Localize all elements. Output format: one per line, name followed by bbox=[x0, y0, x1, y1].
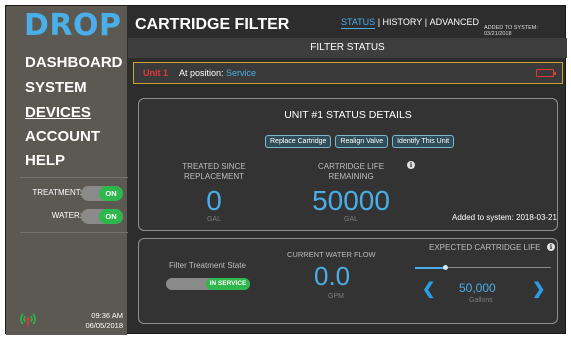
added-to-system-header: ADDED TO SYSTEM: 03/21/2018 bbox=[484, 25, 538, 37]
treated-label: TREATED SINCE REPLACEMENT bbox=[169, 162, 259, 182]
added-to-system-text: Added to system: 2018-03-21 bbox=[452, 213, 557, 222]
treated-value: 0 bbox=[206, 185, 222, 216]
water-toggle-row: WATER: ON bbox=[6, 209, 127, 225]
unit-status-bar[interactable]: Unit 1 At position: Service bbox=[133, 62, 563, 84]
treatment-state-toggle[interactable]: IN SERVICE bbox=[166, 278, 250, 290]
treatment-state-value: IN SERVICE bbox=[206, 278, 250, 290]
tab-separator: | bbox=[377, 17, 381, 27]
nav-dashboard[interactable]: DASHBOARD bbox=[25, 54, 123, 71]
tab-history[interactable]: HISTORY bbox=[383, 17, 423, 27]
identify-unit-button[interactable]: Identify This Unit bbox=[392, 135, 455, 148]
expected-life-slider[interactable] bbox=[415, 265, 551, 270]
status-details-panel: UNIT #1 STATUS DETAILS Replace Cartridge… bbox=[138, 98, 558, 231]
signal-icon bbox=[20, 313, 36, 327]
water-toggle-state: ON bbox=[99, 209, 123, 224]
expected-life-label: EXPECTED CARTRIDGE LIFE bbox=[429, 243, 541, 252]
battery-empty-icon bbox=[536, 69, 556, 77]
info-icon[interactable]: i bbox=[547, 243, 555, 251]
flow-unit: GPM bbox=[328, 293, 344, 300]
nav-devices[interactable]: DEVICES bbox=[25, 104, 91, 121]
cartridge-life-value: 50000 bbox=[312, 185, 390, 216]
water-toggle[interactable]: ON bbox=[81, 209, 123, 224]
sidebar-divider-2 bbox=[20, 232, 128, 233]
sidebar: DROP DASHBOARD SYSTEM DEVICES ACCOUNT HE… bbox=[6, 6, 128, 335]
tab-bar: STATUS | HISTORY | ADVANCED bbox=[341, 17, 479, 29]
expected-life-value: 50,000 bbox=[459, 281, 496, 295]
slider-thumb[interactable] bbox=[443, 265, 448, 270]
sidebar-divider bbox=[20, 177, 128, 178]
cartridge-life-label-line-1: CARTRIDGE LIFE bbox=[317, 162, 385, 171]
water-label: WATER: bbox=[51, 211, 82, 220]
status-details-title: UNIT #1 STATUS DETAILS bbox=[284, 109, 412, 121]
tab-advanced[interactable]: ADVANCED bbox=[430, 17, 479, 27]
nav-account[interactable]: ACCOUNT bbox=[25, 128, 100, 145]
app-frame: DROP DASHBOARD SYSTEM DEVICES ACCOUNT HE… bbox=[5, 5, 567, 335]
nav-help[interactable]: HELP bbox=[25, 152, 65, 169]
chevron-left-icon[interactable]: ❮ bbox=[422, 279, 435, 299]
treated-label-line-2: REPLACEMENT bbox=[183, 172, 244, 181]
position-label: At position: bbox=[179, 68, 224, 78]
unit-name: Unit 1 bbox=[143, 68, 169, 78]
clock: 09:36 AM 06/05/2018 bbox=[85, 311, 123, 331]
treatment-toggle-state: ON bbox=[99, 186, 123, 201]
unit-position: At position: Service bbox=[179, 68, 256, 78]
expected-life-unit: Gallons bbox=[469, 297, 493, 304]
drop-logo[interactable]: DROP bbox=[24, 8, 122, 43]
treated-label-line-1: TREATED SINCE bbox=[182, 162, 246, 171]
flow-value: 0.0 bbox=[314, 261, 351, 291]
clock-time: 09:36 AM bbox=[91, 311, 123, 320]
slider-fill bbox=[415, 267, 445, 269]
nav-system[interactable]: SYSTEM bbox=[25, 79, 87, 96]
treatment-label: TREATMENT: bbox=[32, 188, 82, 197]
action-buttons: Replace Cartridge Realign Valve Identify T… bbox=[265, 130, 458, 148]
cartridge-life-label-line-2: REMAINING bbox=[328, 172, 374, 181]
chevron-right-icon[interactable]: ❯ bbox=[532, 279, 545, 299]
treated-unit: GAL bbox=[206, 216, 221, 223]
cartridge-life-unit: GAL bbox=[343, 216, 358, 223]
cartridge-life-label: CARTRIDGE LIFE REMAINING bbox=[301, 162, 401, 182]
flow-label: CURRENT WATER FLOW bbox=[287, 250, 376, 259]
clock-date: 06/05/2018 bbox=[85, 321, 123, 330]
position-value: Service bbox=[226, 68, 257, 78]
treatment-state-label: Filter Treatment State bbox=[169, 261, 246, 270]
treatment-toggle-row: TREATMENT: ON bbox=[6, 186, 127, 202]
filter-status-heading: FILTER STATUS bbox=[128, 38, 567, 58]
realign-valve-button[interactable]: Realign Valve bbox=[335, 135, 389, 148]
controls-panel: Filter Treatment State IN SERVICE CURREN… bbox=[138, 238, 558, 324]
tab-separator: | bbox=[424, 17, 428, 27]
replace-cartridge-button[interactable]: Replace Cartridge bbox=[265, 135, 332, 148]
info-icon[interactable]: i bbox=[407, 161, 415, 169]
page-title: CARTRIDGE FILTER bbox=[135, 16, 290, 33]
treatment-toggle[interactable]: ON bbox=[81, 186, 123, 201]
tab-status[interactable]: STATUS bbox=[341, 17, 376, 29]
